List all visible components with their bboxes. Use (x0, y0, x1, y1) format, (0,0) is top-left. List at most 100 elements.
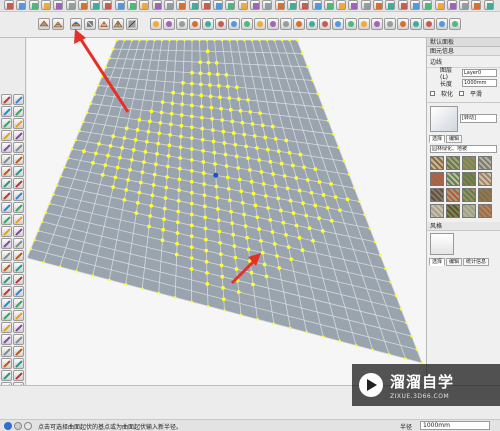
tool-icon[interactable] (13, 250, 24, 261)
material-name-field[interactable]: [转动] (460, 114, 497, 123)
selected-vertex[interactable] (260, 250, 265, 255)
selected-vertex[interactable] (234, 85, 239, 90)
selected-vertex[interactable] (218, 95, 222, 100)
selected-vertex[interactable] (226, 186, 231, 191)
selected-vertex[interactable] (220, 38, 224, 42)
selected-vertex[interactable] (338, 339, 342, 343)
selected-vertex[interactable] (206, 60, 211, 65)
selected-vertex[interactable] (250, 38, 254, 42)
toolbar-tool-icon[interactable] (449, 18, 461, 30)
drape-icon[interactable] (98, 18, 110, 30)
selected-vertex[interactable] (237, 177, 242, 182)
selected-vertex[interactable] (138, 38, 141, 42)
tool-icon[interactable] (13, 322, 24, 333)
selected-vertex[interactable] (280, 38, 284, 42)
selected-vertex[interactable] (255, 146, 259, 150)
selected-vertex[interactable] (189, 201, 194, 206)
selected-vertex[interactable] (210, 116, 215, 121)
selected-vertex[interactable] (251, 191, 256, 196)
material-swatch[interactable] (462, 172, 476, 186)
selected-vertex[interactable] (258, 111, 262, 115)
selected-vertex[interactable] (333, 195, 338, 200)
selected-vertex[interactable] (223, 309, 226, 312)
selected-vertex[interactable] (337, 146, 340, 149)
selected-vertex[interactable] (93, 93, 96, 96)
tool-icon[interactable] (13, 274, 24, 285)
material-swatch[interactable] (462, 204, 476, 218)
selected-vertex[interactable] (97, 142, 101, 146)
toolbar-tool-icon[interactable] (446, 0, 457, 10)
selected-vertex[interactable] (178, 145, 183, 150)
selected-vertex[interactable] (242, 212, 247, 217)
selected-vertex[interactable] (165, 175, 169, 179)
selected-vertex[interactable] (33, 238, 36, 242)
selected-vertex[interactable] (179, 123, 184, 128)
selected-vertex[interactable] (100, 75, 104, 78)
selected-vertex[interactable] (189, 168, 194, 173)
selected-vertex[interactable] (236, 166, 241, 170)
selected-vertex[interactable] (282, 174, 287, 178)
selected-vertex[interactable] (91, 274, 95, 277)
style-thumbnail[interactable] (430, 233, 454, 255)
selected-vertex[interactable] (150, 193, 155, 198)
selected-vertex[interactable] (160, 100, 165, 105)
selected-vertex[interactable] (155, 152, 159, 156)
selected-vertex[interactable] (189, 136, 194, 141)
selected-vertex[interactable] (332, 132, 335, 136)
selected-vertex[interactable] (317, 216, 321, 221)
toolbar-tool-icon[interactable] (323, 0, 334, 10)
toolbar-tool-icon[interactable] (274, 0, 285, 10)
selected-vertex[interactable] (211, 139, 216, 144)
selected-vertex[interactable] (120, 146, 125, 150)
toolbar-tool-icon[interactable] (345, 18, 357, 30)
tool-icon[interactable] (1, 358, 12, 369)
selected-vertex[interactable] (245, 235, 249, 240)
selected-vertex[interactable] (266, 206, 271, 210)
selected-vertex[interactable] (239, 313, 243, 317)
selected-vertex[interactable] (276, 149, 281, 154)
tool-icon[interactable] (1, 178, 12, 189)
selected-vertex[interactable] (168, 132, 173, 137)
selected-vertex[interactable] (66, 156, 70, 160)
material-swatch[interactable] (430, 172, 444, 186)
tool-icon[interactable] (1, 334, 12, 345)
selected-vertex[interactable] (248, 110, 253, 114)
selected-vertex[interactable] (265, 147, 270, 152)
selected-vertex[interactable] (198, 38, 201, 42)
tool-icon[interactable] (1, 310, 12, 321)
selected-vertex[interactable] (51, 193, 55, 196)
selected-vertex[interactable] (250, 122, 255, 126)
toolbar-tool-icon[interactable] (384, 18, 396, 30)
selected-vertex[interactable] (181, 80, 185, 85)
selected-vertex[interactable] (255, 215, 260, 220)
selected-vertex[interactable] (325, 205, 330, 210)
selected-vertex[interactable] (268, 218, 273, 222)
selected-vertex[interactable] (221, 286, 225, 290)
selected-vertex[interactable] (249, 270, 254, 275)
selected-vertex[interactable] (162, 217, 166, 222)
selected-vertex[interactable] (251, 282, 255, 287)
selected-vertex[interactable] (94, 151, 98, 156)
selected-vertex[interactable] (189, 103, 194, 108)
selected-vertex[interactable] (70, 147, 74, 151)
selected-vertex[interactable] (199, 104, 204, 109)
add-detail-icon[interactable] (112, 18, 124, 30)
selected-vertex[interactable] (225, 175, 230, 180)
selected-vertex[interactable] (59, 174, 63, 178)
selected-vertex[interactable] (166, 154, 171, 158)
selected-vertex[interactable] (216, 218, 221, 223)
material-swatch[interactable] (478, 156, 492, 170)
selected-vertex[interactable] (205, 49, 210, 54)
selected-vertex[interactable] (289, 326, 292, 330)
selected-vertex[interactable] (78, 129, 81, 133)
selected-vertex[interactable] (354, 344, 358, 347)
selected-vertex[interactable] (168, 122, 173, 127)
selected-vertex[interactable] (204, 237, 208, 242)
toolbar-tool-icon[interactable] (225, 0, 236, 10)
material-swatch[interactable] (446, 204, 460, 218)
toolbar-tool-icon[interactable] (483, 0, 494, 10)
selected-vertex[interactable] (306, 65, 309, 69)
toolbar-tool-icon[interactable] (200, 0, 211, 10)
selected-vertex[interactable] (271, 172, 275, 176)
toolbar-tool-icon[interactable] (422, 0, 433, 10)
